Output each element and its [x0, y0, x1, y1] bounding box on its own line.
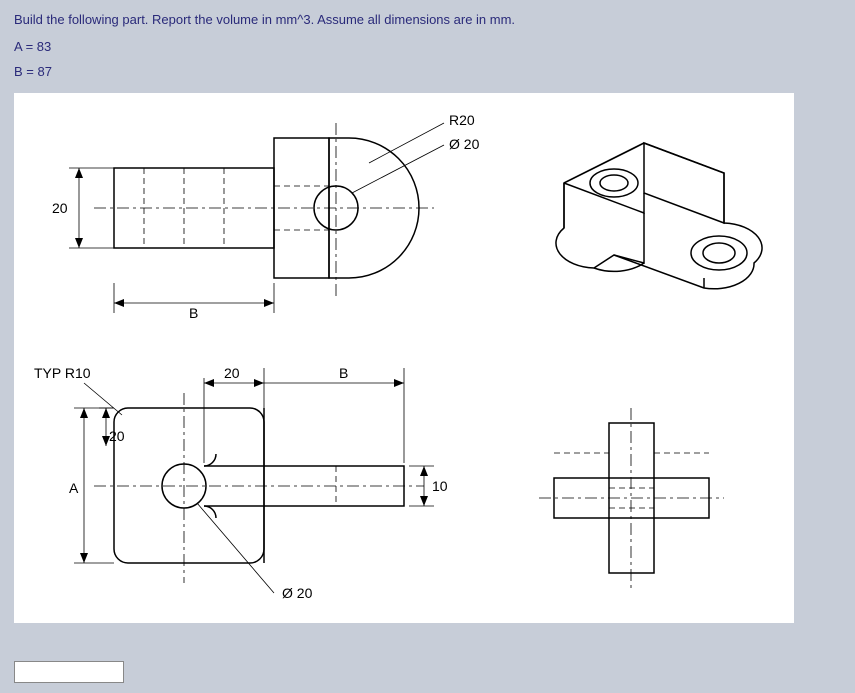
isometric-view: [556, 143, 762, 289]
dim-R20: R20: [449, 112, 475, 128]
dim-dia20-top: Ø 20: [449, 136, 480, 152]
dim-10: 10: [432, 478, 448, 494]
top-view: TYP R10 20 B 20 A 10 Ø 20: [34, 365, 448, 601]
dim-20-mid: 20: [224, 365, 240, 381]
drawing-panel: R20 Ø 20 20 B: [14, 93, 794, 623]
dim-A: A: [69, 480, 79, 496]
param-A: A = 83: [0, 35, 855, 60]
front-view: R20 Ø 20 20 B: [52, 112, 480, 321]
answer-input[interactable]: [15, 662, 123, 682]
answer-field-container: [14, 661, 124, 683]
dim-B-top: B: [189, 305, 198, 321]
dim-20-top: 20: [52, 200, 68, 216]
dim-B-mid: B: [339, 365, 348, 381]
question-prompt: Build the following part. Report the vol…: [0, 0, 855, 35]
dim-dia20-bottom: Ø 20: [282, 585, 313, 601]
dim-20-v: 20: [109, 428, 125, 444]
engineering-drawing: R20 Ø 20 20 B: [14, 93, 794, 623]
side-view: [539, 408, 724, 588]
dim-typ-r10: TYP R10: [34, 365, 91, 381]
param-B: B = 87: [0, 60, 855, 85]
